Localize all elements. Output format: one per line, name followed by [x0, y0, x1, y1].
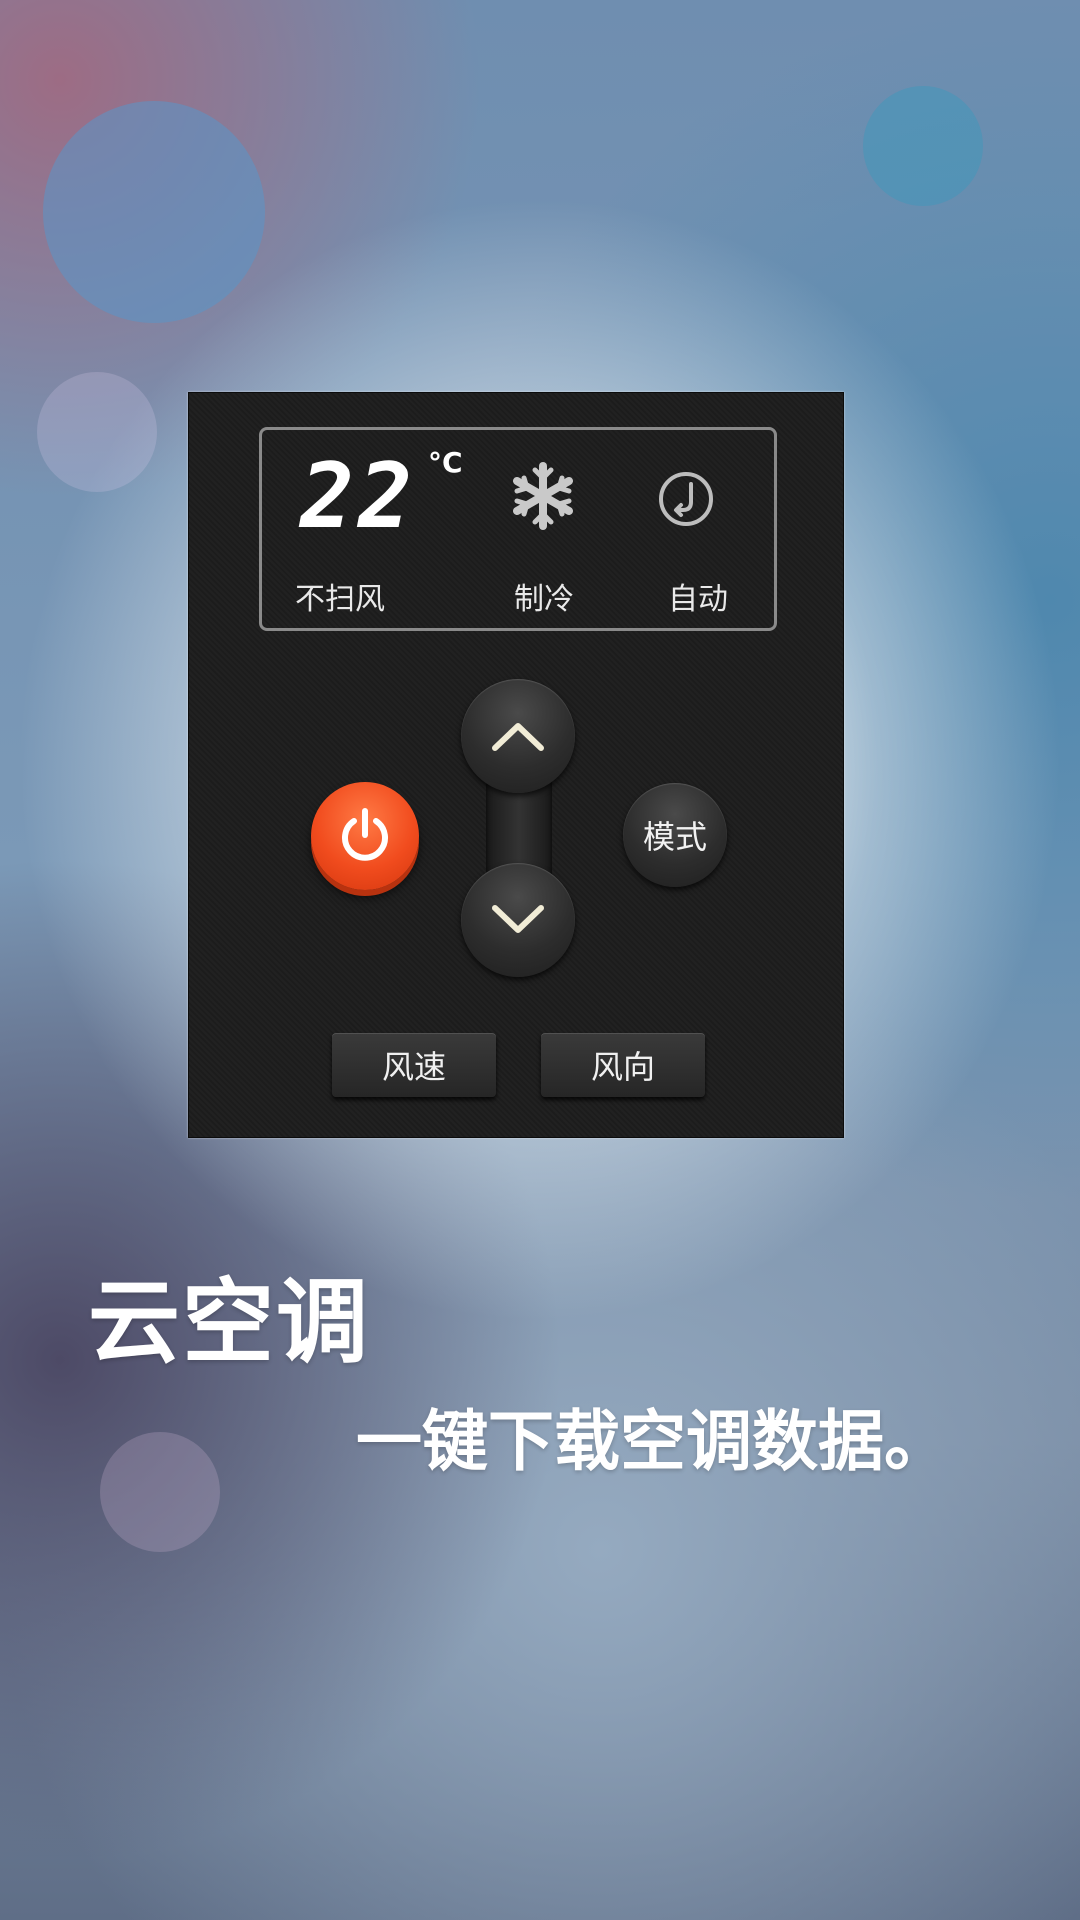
- temperature-down-button[interactable]: [461, 863, 575, 977]
- bokeh-circle: [37, 372, 157, 492]
- snowflake-icon: [513, 462, 573, 530]
- temperature-unit: °C: [428, 446, 463, 479]
- swing-status-label: 不扫风: [295, 582, 385, 617]
- chevron-down-icon: [492, 905, 544, 933]
- fan-direction-button[interactable]: 风向: [541, 1033, 705, 1097]
- power-button[interactable]: [311, 782, 419, 890]
- mode-status-label: 制冷: [514, 582, 574, 617]
- temperature-up-button[interactable]: [461, 679, 575, 793]
- fan-speed-button[interactable]: 风速: [332, 1033, 496, 1097]
- promo-subtitle: 一键下载空调数据。: [356, 1403, 950, 1480]
- bokeh-circle: [43, 101, 265, 323]
- auto-fan-icon: [659, 472, 713, 526]
- bokeh-circle: [863, 86, 983, 206]
- mode-button[interactable]: 模式: [623, 783, 727, 887]
- status-display: 22 °C 不扫风 制冷 自动: [259, 427, 777, 631]
- fan-status-label: 自动: [668, 582, 728, 617]
- bokeh-circle: [100, 1432, 220, 1552]
- chevron-up-icon: [492, 723, 544, 751]
- power-icon: [342, 808, 388, 861]
- promo-title: 云空调: [88, 1269, 371, 1376]
- temperature-readout: 22: [300, 444, 417, 549]
- remote-control-panel: 22 °C 不扫风 制冷 自动 模式 风速 风向: [188, 392, 844, 1138]
